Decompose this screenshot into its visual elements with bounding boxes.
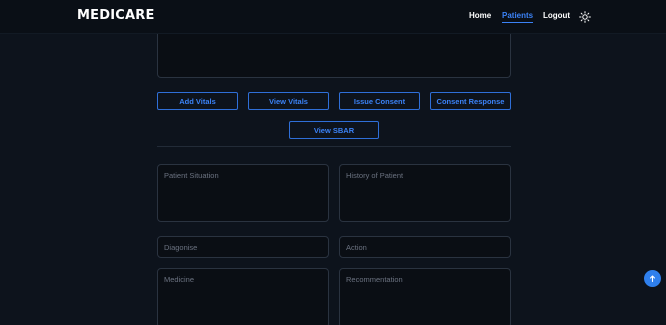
add-vitals-button[interactable]: Add Vitals: [157, 92, 238, 110]
scroll-up-icon[interactable]: [644, 270, 661, 287]
patient-details-panel: [157, 34, 511, 78]
consent-response-button[interactable]: Consent Response: [430, 92, 511, 110]
brand-logo[interactable]: MEDICARE: [77, 8, 155, 23]
issue-consent-button[interactable]: Issue Consent: [339, 92, 420, 110]
section-divider: [157, 146, 511, 147]
view-sbar-button[interactable]: View SBAR: [289, 121, 379, 139]
view-vitals-button[interactable]: View Vitals: [248, 92, 329, 110]
medicine-field[interactable]: Medicine: [157, 268, 329, 325]
history-of-patient-field[interactable]: History of Patient: [339, 164, 511, 222]
action-field[interactable]: Action: [339, 236, 511, 258]
sun-icon[interactable]: [579, 10, 591, 23]
nav-patients-link[interactable]: Patients: [502, 11, 534, 23]
nav-logout-link[interactable]: Logout: [543, 11, 570, 20]
patient-situation-field[interactable]: Patient Situation: [157, 164, 329, 222]
nav-home-link[interactable]: Home: [469, 11, 491, 20]
diagnose-field[interactable]: Diagonise: [157, 236, 329, 258]
recommendation-field[interactable]: Recommentation: [339, 268, 511, 325]
navbar: MEDICARE Home Patients Logout: [0, 0, 666, 34]
